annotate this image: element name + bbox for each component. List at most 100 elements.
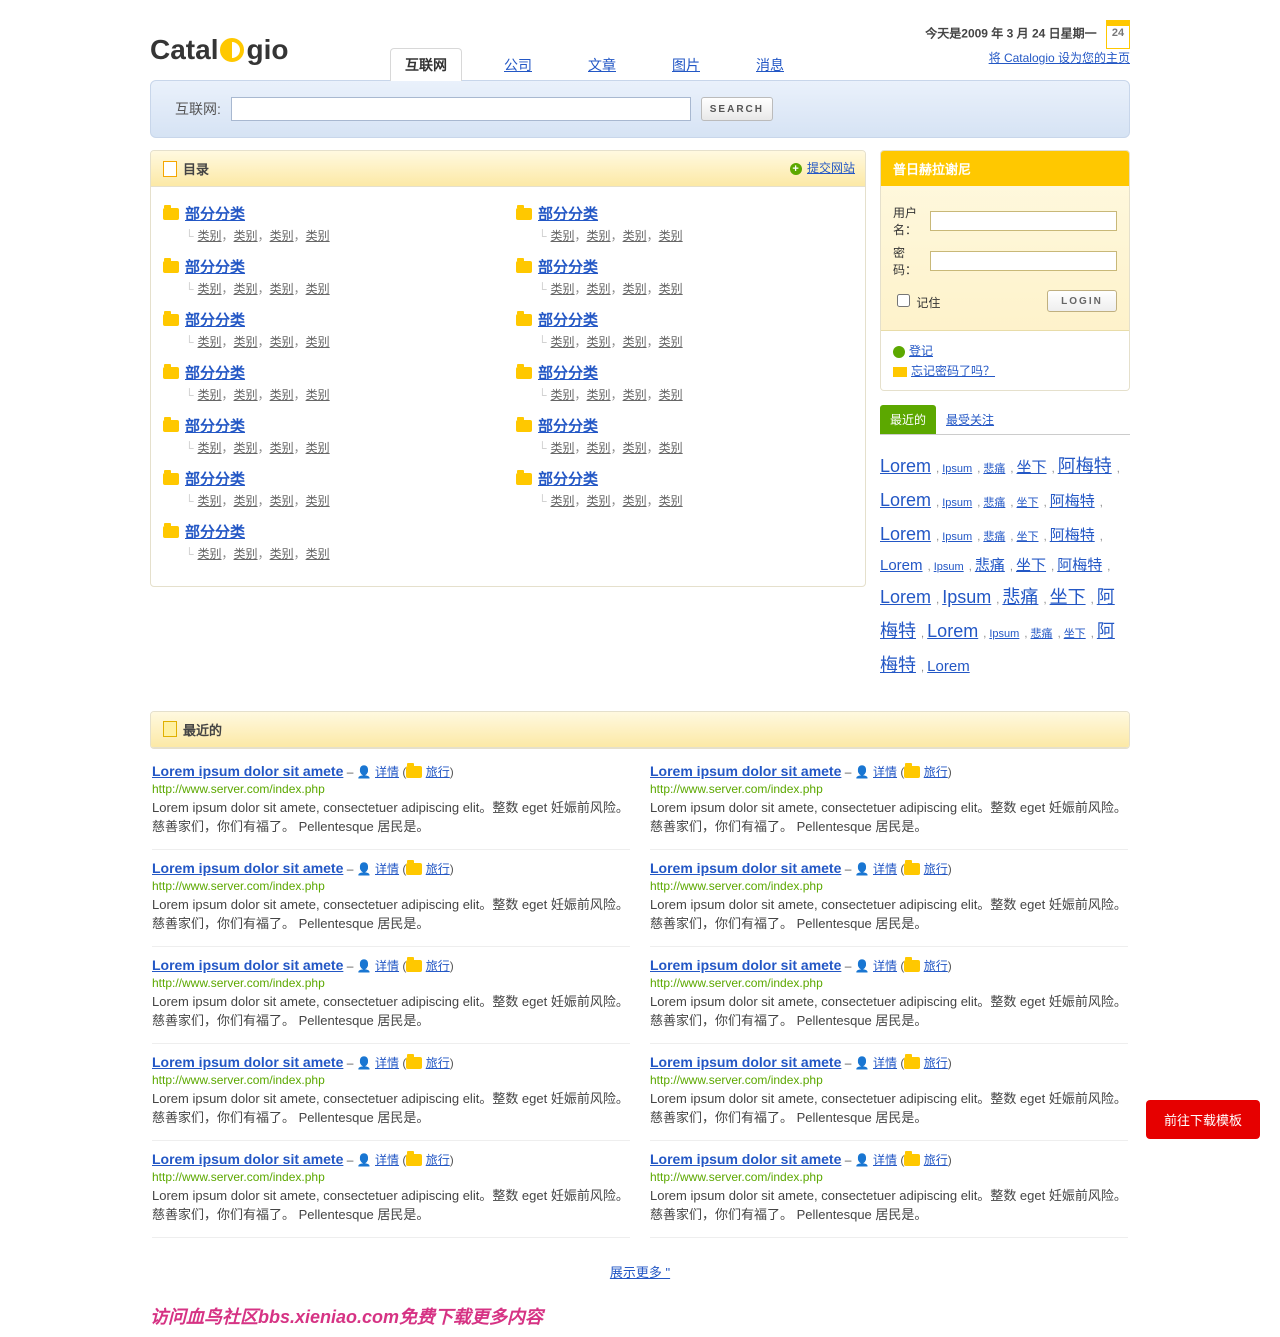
- travel-link[interactable]: 旅行: [426, 765, 450, 779]
- subcategory-link[interactable]: 类别: [234, 494, 258, 508]
- search-button[interactable]: SEARCH: [701, 97, 773, 121]
- tag-link[interactable]: 悲痛: [1031, 628, 1053, 640]
- subcategory-link[interactable]: 类别: [587, 494, 611, 508]
- tag-link[interactable]: 坐下: [1017, 497, 1039, 509]
- tag-link[interactable]: 坐下: [1050, 587, 1086, 607]
- subcategory-link[interactable]: 类别: [551, 335, 575, 349]
- details-link[interactable]: 详情: [873, 765, 897, 779]
- subcategory-link[interactable]: 类别: [234, 282, 258, 296]
- subcategory-link[interactable]: 类别: [270, 494, 294, 508]
- nav-tab-3[interactable]: 图片: [658, 49, 714, 81]
- details-link[interactable]: 详情: [375, 1153, 399, 1167]
- travel-link[interactable]: 旅行: [924, 862, 948, 876]
- subcategory-link[interactable]: 类别: [551, 282, 575, 296]
- category-link[interactable]: 部分分类: [538, 203, 598, 224]
- download-template-button[interactable]: 前往下载模板: [1146, 1100, 1260, 1139]
- travel-link[interactable]: 旅行: [924, 1056, 948, 1070]
- tag-link[interactable]: 阿梅特: [1050, 493, 1095, 510]
- subcategory-link[interactable]: 类别: [306, 547, 330, 561]
- subcategory-link[interactable]: 类别: [270, 282, 294, 296]
- category-link[interactable]: 部分分类: [185, 521, 245, 542]
- details-link[interactable]: 详情: [873, 1056, 897, 1070]
- subcategory-link[interactable]: 类别: [198, 547, 222, 561]
- subcategory-link[interactable]: 类别: [551, 441, 575, 455]
- tag-link[interactable]: Ipsum: [942, 497, 972, 509]
- tag-link[interactable]: 阿梅特: [1050, 527, 1095, 544]
- subcategory-link[interactable]: 类别: [270, 441, 294, 455]
- details-link[interactable]: 详情: [375, 1056, 399, 1070]
- tag-link[interactable]: Lorem: [880, 557, 923, 574]
- recent-item-title[interactable]: Lorem ipsum dolor sit amete: [152, 763, 343, 779]
- tag-link[interactable]: 阿梅特: [1058, 456, 1112, 476]
- tag-link[interactable]: Lorem: [927, 658, 970, 675]
- subcategory-link[interactable]: 类别: [551, 494, 575, 508]
- travel-link[interactable]: 旅行: [924, 1153, 948, 1167]
- tag-link[interactable]: 坐下: [1016, 557, 1046, 574]
- subcategory-link[interactable]: 类别: [659, 494, 683, 508]
- subcategory-link[interactable]: 类别: [234, 547, 258, 561]
- subcategory-link[interactable]: 类别: [659, 335, 683, 349]
- recent-item-title[interactable]: Lorem ipsum dolor sit amete: [650, 763, 841, 779]
- subcategory-link[interactable]: 类别: [623, 335, 647, 349]
- category-link[interactable]: 部分分类: [538, 468, 598, 489]
- category-link[interactable]: 部分分类: [185, 203, 245, 224]
- subcategory-link[interactable]: 类别: [234, 388, 258, 402]
- tag-link[interactable]: 坐下: [1064, 628, 1086, 640]
- tag-link[interactable]: Lorem: [927, 621, 978, 641]
- forgot-password-link[interactable]: 忘记密码了吗？: [911, 364, 995, 378]
- tag-link[interactable]: 坐下: [1017, 459, 1047, 476]
- subcategory-link[interactable]: 类别: [234, 441, 258, 455]
- subcategory-link[interactable]: 类别: [623, 494, 647, 508]
- category-link[interactable]: 部分分类: [538, 415, 598, 436]
- details-link[interactable]: 详情: [375, 862, 399, 876]
- category-link[interactable]: 部分分类: [185, 309, 245, 330]
- subcategory-link[interactable]: 类别: [623, 229, 647, 243]
- username-input[interactable]: [930, 211, 1117, 231]
- subcategory-link[interactable]: 类别: [551, 229, 575, 243]
- tag-link[interactable]: 悲痛: [975, 557, 1005, 574]
- tag-link[interactable]: 阿梅特: [1057, 557, 1102, 574]
- recent-item-title[interactable]: Lorem ipsum dolor sit amete: [650, 1054, 841, 1070]
- travel-link[interactable]: 旅行: [924, 765, 948, 779]
- subcategory-link[interactable]: 类别: [587, 388, 611, 402]
- category-link[interactable]: 部分分类: [185, 415, 245, 436]
- subcategory-link[interactable]: 类别: [198, 388, 222, 402]
- login-button[interactable]: LOGIN: [1047, 290, 1117, 312]
- details-link[interactable]: 详情: [375, 959, 399, 973]
- remember-checkbox-label[interactable]: 记住: [893, 291, 940, 311]
- subcategory-link[interactable]: 类别: [587, 229, 611, 243]
- subcategory-link[interactable]: 类别: [623, 388, 647, 402]
- category-link[interactable]: 部分分类: [185, 362, 245, 383]
- category-link[interactable]: 部分分类: [538, 309, 598, 330]
- details-link[interactable]: 详情: [375, 765, 399, 779]
- tag-link[interactable]: 悲痛: [983, 531, 1005, 543]
- subcategory-link[interactable]: 类别: [587, 335, 611, 349]
- nav-tab-0[interactable]: 互联网: [390, 48, 462, 81]
- tag-link[interactable]: 坐下: [1017, 531, 1039, 543]
- subcategory-link[interactable]: 类别: [659, 388, 683, 402]
- details-link[interactable]: 详情: [873, 1153, 897, 1167]
- nav-tab-2[interactable]: 文章: [574, 49, 630, 81]
- set-homepage-link[interactable]: 将 Catalogio 设为您的主页: [989, 51, 1130, 65]
- subcategory-link[interactable]: 类别: [234, 335, 258, 349]
- nav-tab-4[interactable]: 消息: [742, 49, 798, 81]
- subcategory-link[interactable]: 类别: [234, 229, 258, 243]
- subcategory-link[interactable]: 类别: [270, 335, 294, 349]
- category-link[interactable]: 部分分类: [538, 362, 598, 383]
- submit-site-link[interactable]: 提交网站: [807, 161, 855, 175]
- tag-link[interactable]: 悲痛: [983, 497, 1005, 509]
- travel-link[interactable]: 旅行: [426, 1056, 450, 1070]
- category-link[interactable]: 部分分类: [185, 256, 245, 277]
- travel-link[interactable]: 旅行: [426, 862, 450, 876]
- tag-link[interactable]: 悲痛: [983, 463, 1005, 475]
- subcategory-link[interactable]: 类别: [198, 494, 222, 508]
- subcategory-link[interactable]: 类别: [587, 282, 611, 296]
- subcategory-link[interactable]: 类别: [623, 282, 647, 296]
- subcategory-link[interactable]: 类别: [659, 441, 683, 455]
- travel-link[interactable]: 旅行: [426, 1153, 450, 1167]
- subcategory-link[interactable]: 类别: [306, 335, 330, 349]
- recent-item-title[interactable]: Lorem ipsum dolor sit amete: [152, 860, 343, 876]
- tag-link[interactable]: Ipsum: [934, 561, 964, 573]
- recent-item-title[interactable]: Lorem ipsum dolor sit amete: [650, 957, 841, 973]
- tag-link[interactable]: Ipsum: [989, 628, 1019, 640]
